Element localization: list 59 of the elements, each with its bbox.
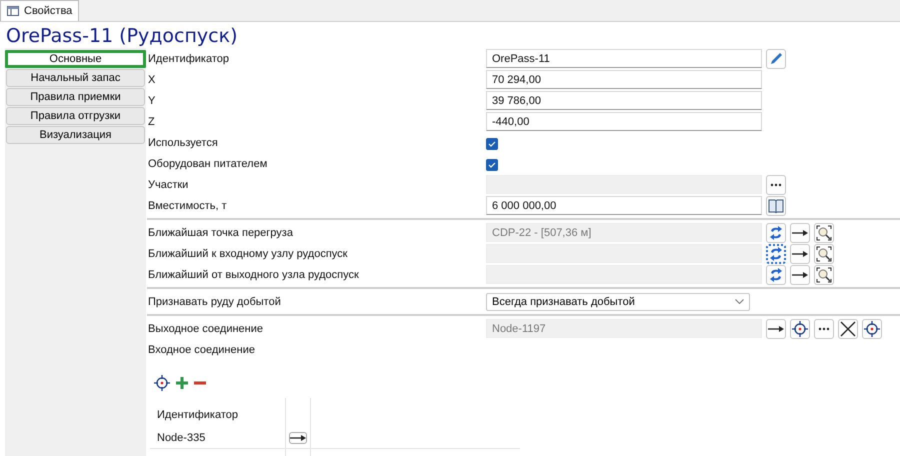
go-to-button[interactable]	[289, 432, 307, 444]
checkmark-icon	[488, 162, 496, 168]
field-label: Участки	[147, 178, 190, 190]
zoom-frame-icon	[816, 224, 832, 240]
field-label: Ближайший к входному узлу рудоспуск	[147, 248, 348, 260]
text-field[interactable]: 39 786,00	[486, 91, 762, 110]
field-label: Ближайший от выходного узла рудоспуск	[147, 268, 360, 280]
object-title: OrePass-11 (Рудоспуск)	[5, 24, 238, 48]
refresh-arrows-icon	[769, 266, 783, 282]
nav-button[interactable]: Основные	[5, 50, 146, 68]
cross-icon	[840, 320, 856, 336]
ellipsis-icon	[770, 182, 782, 186]
field-label: X	[147, 74, 156, 86]
text-field[interactable]: 6 000 000,00	[486, 196, 762, 215]
plus-icon[interactable]	[176, 377, 188, 389]
arrow-right-icon	[792, 272, 808, 278]
arrow-right-icon	[290, 435, 306, 441]
refresh-arrows-icon	[769, 224, 783, 240]
checkbox[interactable]	[486, 138, 498, 150]
book-button[interactable]	[766, 196, 786, 216]
ellipsis-icon	[818, 326, 830, 330]
book-icon	[768, 198, 784, 212]
zoom-frame-icon	[816, 266, 832, 282]
nav-button[interactable]: Правила отгрузки	[6, 107, 145, 125]
crosshair-icon	[792, 320, 808, 336]
dropdown[interactable]: Всегда признавать добытой	[486, 292, 750, 310]
text-field[interactable]: OrePass-11	[486, 49, 762, 68]
field-label: Признавать руду добытой	[147, 296, 282, 308]
text-field[interactable]: 70 294,00	[486, 70, 762, 89]
field-label: Оборудован питателем	[147, 158, 268, 170]
refresh-arrows-icon	[769, 246, 783, 262]
field-label: Входное соединение	[147, 344, 256, 356]
arrow-right-icon	[768, 326, 784, 332]
field-label: Y	[147, 94, 156, 106]
chevron-down-icon	[735, 299, 744, 304]
column-header: Идентификатор	[150, 398, 286, 428]
nav-button[interactable]: Начальный запас	[6, 69, 145, 87]
field-label: Идентификатор	[147, 52, 230, 64]
text-field[interactable]: -440,00	[486, 112, 762, 131]
arrow-right-icon	[792, 230, 808, 236]
crosshair-icon	[154, 375, 170, 391]
field-label: Ближайшая точка перегруза	[147, 226, 294, 238]
crosshair-icon	[864, 320, 880, 336]
edit-button[interactable]	[766, 48, 786, 68]
pencil-icon	[768, 50, 784, 66]
window-icon	[7, 6, 19, 16]
minus-icon[interactable]	[194, 381, 206, 385]
field-label: Выходное соединение	[147, 322, 264, 334]
nav-button[interactable]: Визуализация	[6, 126, 145, 144]
field-label: Вместимость, т	[147, 200, 228, 212]
field-label: Z	[147, 116, 156, 128]
nav-button[interactable]: Правила приемки	[6, 88, 145, 106]
checkmark-icon	[488, 140, 496, 146]
checkbox[interactable]	[486, 158, 498, 170]
properties-tab[interactable]: Свойства	[0, 0, 80, 21]
field-label: Используется	[147, 136, 219, 148]
table-cell: Node-335	[150, 428, 286, 448]
zoom-frame-icon	[816, 246, 832, 262]
arrow-right-icon	[792, 250, 808, 256]
